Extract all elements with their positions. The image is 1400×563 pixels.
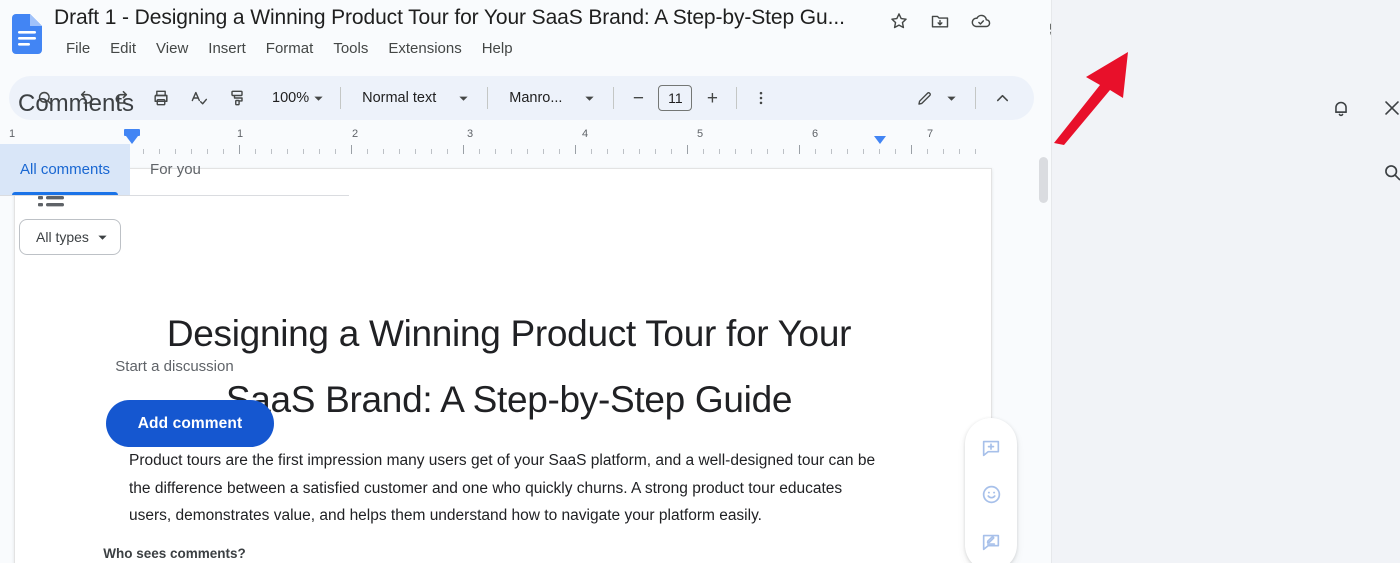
ruler-number: 1 <box>8 128 16 140</box>
font-size-value: 11 <box>668 90 683 106</box>
chevron-down-icon <box>314 96 323 101</box>
tab-for-you-label: For you <box>150 161 201 178</box>
toolbar-divider <box>613 87 615 109</box>
font-size-input[interactable]: 11 <box>658 85 693 111</box>
add-comment-button[interactable]: Add comment <box>106 400 274 447</box>
menu-bar: File Edit View Insert Format Tools Exten… <box>56 38 523 59</box>
zoom-level-value: 100% <box>272 90 310 106</box>
decrease-font-size-label: − <box>632 87 644 109</box>
comment-type-filter-label: All types <box>36 229 89 245</box>
increase-font-size-label: + <box>706 87 718 109</box>
ruler-number: 7 <box>926 128 934 140</box>
move-to-folder-icon[interactable] <box>927 8 953 34</box>
comment-type-filter-dropdown[interactable]: All types <box>19 219 121 255</box>
add-comment-icon[interactable] <box>973 430 1009 466</box>
paint-format-icon[interactable] <box>221 82 253 114</box>
font-family-dropdown[interactable]: Manro... <box>500 83 601 113</box>
decrease-font-size-button[interactable]: − <box>622 82 654 114</box>
print-icon[interactable] <box>145 82 177 114</box>
chevron-down-icon <box>585 96 595 101</box>
menu-item-tools[interactable]: Tools <box>323 38 378 59</box>
ruler-number: 3 <box>466 128 474 140</box>
menu-item-edit[interactable]: Edit <box>100 38 146 59</box>
add-comment-button-label: Add comment <box>137 414 243 432</box>
document-vertical-scrollbar[interactable] <box>1035 155 1051 563</box>
collapse-toolbar-chevron-up-icon[interactable] <box>986 82 1018 114</box>
comments-panel <box>1051 0 1400 563</box>
document-title[interactable]: Draft 1 - Designing a Winning Product To… <box>54 5 845 31</box>
formatting-toolbar: 100% Normal text Manro... − 11 + <box>9 76 1034 120</box>
search-icon[interactable] <box>1376 156 1400 188</box>
menu-item-extensions[interactable]: Extensions <box>378 38 471 59</box>
ruler-number: 1 <box>236 128 244 140</box>
add-emoji-reaction-icon[interactable] <box>973 477 1009 513</box>
toolbar-divider <box>975 87 976 109</box>
first-line-indent-marker[interactable] <box>124 126 140 146</box>
paragraph-style-value: Normal text <box>362 90 437 106</box>
pencil-editing-icon <box>918 91 931 105</box>
editor-region: Draft 1 - Designing a Winning Product To… <box>0 0 1051 563</box>
floating-action-rail <box>965 418 1017 563</box>
toolbar-divider <box>736 87 738 109</box>
toolbar-divider <box>340 87 342 109</box>
ruler-number: 6 <box>811 128 819 140</box>
menu-item-insert[interactable]: Insert <box>198 38 256 59</box>
google-docs-logo-icon[interactable] <box>12 14 42 54</box>
font-family-value: Manro... <box>509 90 563 106</box>
ruler-number: 4 <box>581 128 589 140</box>
more-vertical-icon[interactable] <box>745 82 777 114</box>
comments-empty-state-label: Start a discussion <box>115 358 234 375</box>
menu-item-file[interactable]: File <box>56 38 100 59</box>
chevron-down-icon <box>947 96 956 101</box>
editing-mode-dropdown[interactable] <box>906 83 963 113</box>
chevron-down-icon <box>459 96 468 101</box>
ruler-number: 2 <box>351 128 359 140</box>
chevron-down-icon <box>98 235 107 240</box>
saved-to-drive-cloud-icon[interactable] <box>968 8 994 34</box>
comments-tabs: All comments For you <box>0 144 349 196</box>
google-docs-window: Draft 1 - Designing a Winning Product To… <box>0 0 1400 563</box>
close-icon[interactable] <box>1376 92 1400 124</box>
menu-item-view[interactable]: View <box>146 38 198 59</box>
tab-for-you[interactable]: For you <box>130 144 221 195</box>
scrollbar-thumb[interactable] <box>1039 157 1048 203</box>
increase-font-size-button[interactable]: + <box>696 82 728 114</box>
tab-all-comments[interactable]: All comments <box>0 144 131 195</box>
who-sees-comments-link[interactable]: Who sees comments? <box>0 546 349 561</box>
menu-item-format[interactable]: Format <box>256 38 324 59</box>
zoom-level-dropdown[interactable]: 100% <box>263 83 330 113</box>
title-action-icons <box>886 8 994 34</box>
tab-all-comments-label: All comments <box>20 161 111 178</box>
star-icon[interactable] <box>886 8 912 34</box>
paragraph-style-dropdown[interactable]: Normal text <box>353 83 475 113</box>
right-indent-marker[interactable] <box>874 136 886 144</box>
title-bar: Draft 1 - Designing a Winning Product To… <box>0 0 1051 72</box>
notification-bell-icon[interactable] <box>1325 92 1357 124</box>
ruler-number: 5 <box>696 128 704 140</box>
toolbar-divider <box>487 87 489 109</box>
menu-item-help[interactable]: Help <box>472 38 523 59</box>
suggest-edit-icon[interactable] <box>973 524 1009 560</box>
comments-panel-title: Comments <box>18 90 135 117</box>
spellcheck-icon[interactable] <box>183 82 215 114</box>
document-paragraph[interactable]: Product tours are the first impression m… <box>129 447 884 530</box>
